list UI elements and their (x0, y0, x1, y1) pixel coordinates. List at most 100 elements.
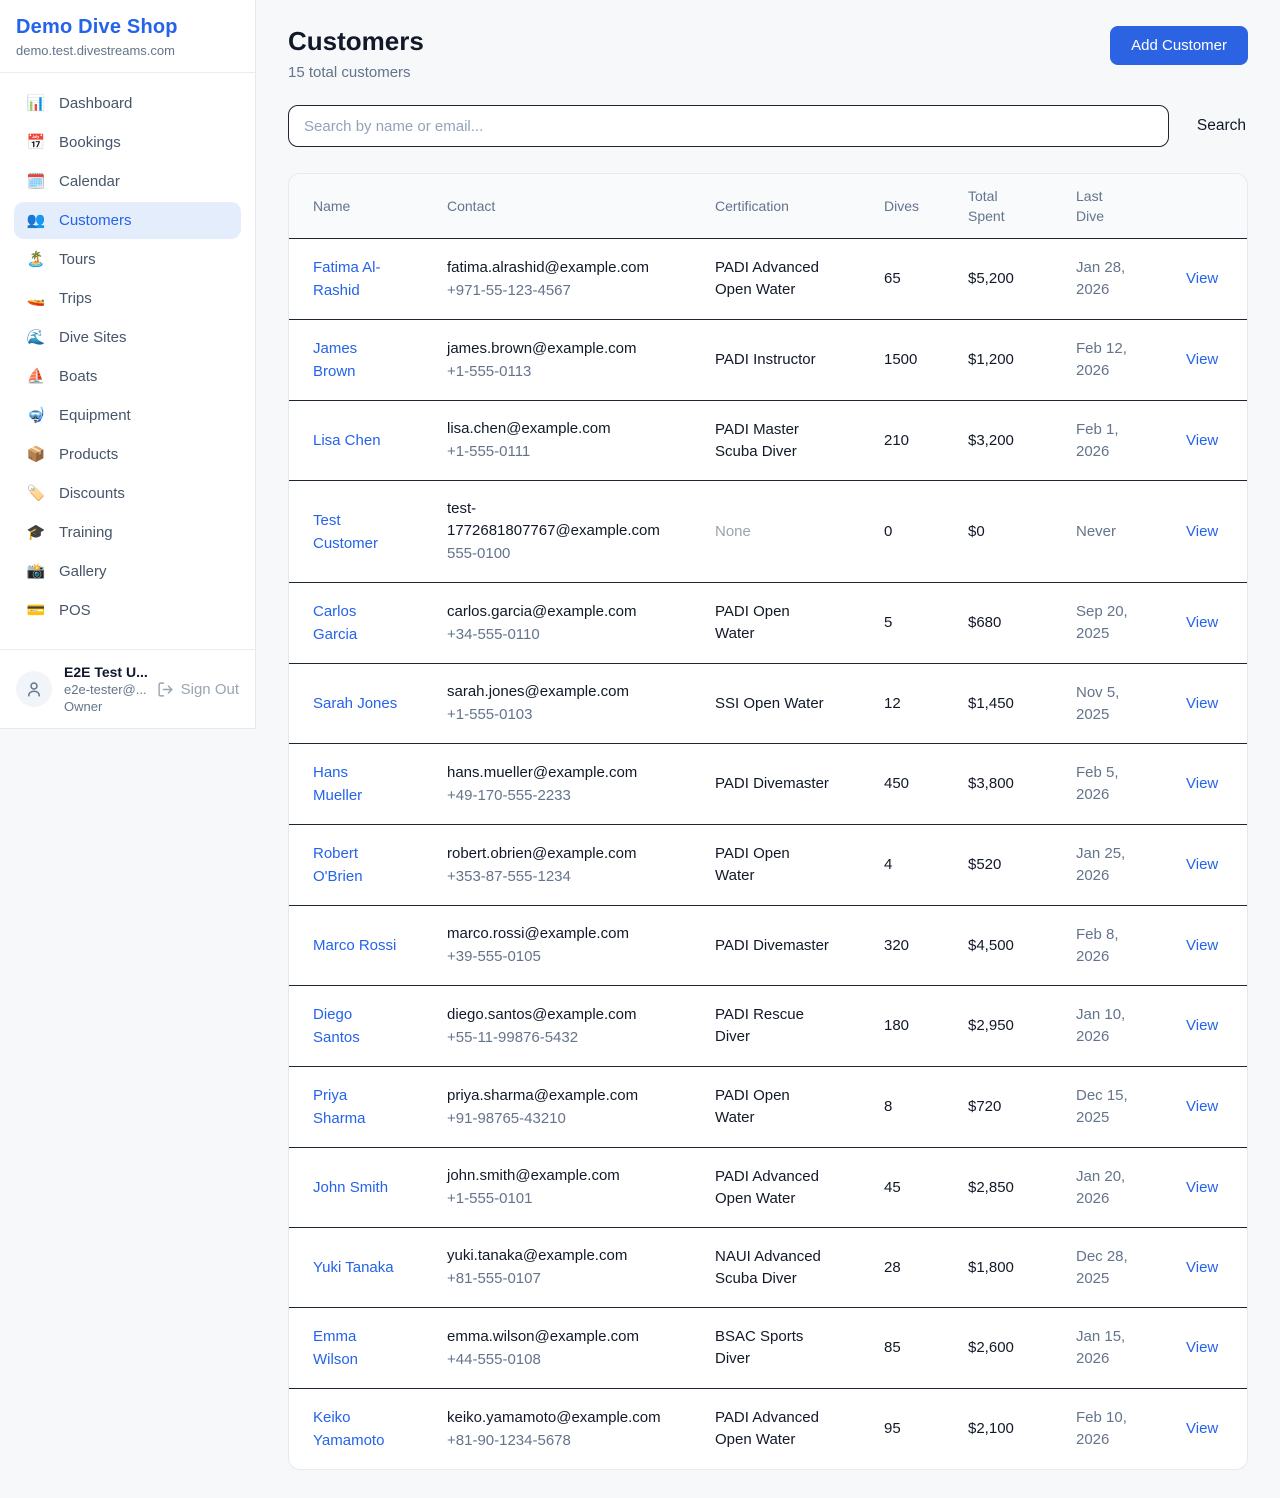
sidebar-item-label: Gallery (59, 563, 107, 580)
total-spent: $4,500 (968, 935, 1052, 957)
last-dive-date: Never (1076, 521, 1136, 543)
tag-icon: 🏷️ (26, 486, 46, 501)
col-header-certification: Certification (703, 174, 872, 239)
sidebar-item-calendar[interactable]: 🗓️Calendar (14, 163, 241, 200)
customer-phone: +91-98765-43210 (447, 1108, 691, 1130)
sidebar-item-label: Tours (59, 251, 96, 268)
view-link[interactable]: View (1186, 1179, 1218, 1196)
sidebar-item-trips[interactable]: 🚤Trips (14, 280, 241, 317)
view-link[interactable]: View (1186, 1420, 1218, 1437)
sidebar-item-boats[interactable]: ⛵Boats (14, 358, 241, 395)
customer-email: yuki.tanaka@example.com (447, 1245, 665, 1267)
customer-email: priya.sharma@example.com (447, 1085, 665, 1107)
view-link[interactable]: View (1186, 775, 1218, 792)
contact-cell: priya.sharma@example.com+91-98765-43210 (435, 1067, 703, 1148)
customer-phone: +353-87-555-1234 (447, 866, 691, 888)
view-link[interactable]: View (1186, 1339, 1218, 1356)
view-link[interactable]: View (1186, 432, 1218, 449)
contact-cell: robert.obrien@example.com+353-87-555-123… (435, 825, 703, 906)
search-button[interactable]: Search (1195, 113, 1248, 139)
sidebar-item-dive-sites[interactable]: 🌊Dive Sites (14, 319, 241, 356)
sidebar-item-tours[interactable]: 🏝️ Tours (14, 241, 241, 278)
view-link[interactable]: View (1186, 523, 1218, 540)
dives-count: 4 (884, 854, 944, 876)
customer-name-link[interactable]: Marco Rossi (313, 934, 396, 957)
customer-email: sarah.jones@example.com (447, 681, 665, 703)
customer-phone: +49-170-555-2233 (447, 785, 691, 807)
view-link[interactable]: View (1186, 1017, 1218, 1034)
contact-cell: sarah.jones@example.com+1-555-0103 (435, 664, 703, 744)
sidebar-item-products[interactable]: 📦Products (14, 436, 241, 473)
sailboat-icon: ⛵ (26, 369, 46, 384)
last-dive-date: Jan 10, 2026 (1076, 1004, 1136, 1048)
view-link[interactable]: View (1186, 856, 1218, 873)
table-row: Test Customertest-1772681807767@example.… (289, 481, 1248, 583)
dives-count: 450 (884, 773, 944, 795)
customer-name-link[interactable]: John Smith (313, 1176, 388, 1199)
customer-name-link[interactable]: Lisa Chen (313, 429, 381, 452)
certification: BSAC Sports Diver (715, 1326, 829, 1370)
view-link[interactable]: View (1186, 937, 1218, 954)
customer-phone: +1-555-0113 (447, 361, 691, 383)
search-input[interactable] (288, 105, 1169, 147)
total-spent: $520 (968, 854, 1052, 876)
customer-email: fatima.alrashid@example.com (447, 257, 665, 279)
customer-name-link[interactable]: Fatima Al-Rashid (313, 256, 399, 302)
sidebar-item-customers[interactable]: 👥Customers (14, 202, 241, 239)
contact-cell: carlos.garcia@example.com+34-555-0110 (435, 583, 703, 664)
customer-phone: +1-555-0103 (447, 704, 691, 726)
customer-name-link[interactable]: Hans Mueller (313, 761, 399, 807)
customer-name-link[interactable]: Sarah Jones (313, 692, 397, 715)
view-link[interactable]: View (1186, 695, 1218, 712)
dives-count: 85 (884, 1337, 944, 1359)
main-content: Customers 15 total customers Add Custome… (256, 0, 1280, 1498)
sidebar-item-training[interactable]: 🎓Training (14, 514, 241, 551)
last-dive-date: Feb 8, 2026 (1076, 924, 1136, 968)
customer-email: diego.santos@example.com (447, 1004, 665, 1026)
customer-name-link[interactable]: Carlos Garcia (313, 600, 399, 646)
people-icon: 👥 (26, 213, 46, 228)
dives-count: 12 (884, 693, 944, 715)
last-dive-date: Sep 20, 2025 (1076, 601, 1136, 645)
add-customer-button[interactable]: Add Customer (1110, 26, 1248, 65)
customer-name-link[interactable]: Emma Wilson (313, 1325, 399, 1371)
contact-cell: marco.rossi@example.com+39-555-0105 (435, 906, 703, 986)
sidebar-item-bookings[interactable]: 📅Bookings (14, 124, 241, 161)
customer-name-link[interactable]: Test Customer (313, 509, 399, 555)
logout-icon (157, 681, 174, 698)
sidebar-item-dashboard[interactable]: 📊Dashboard (14, 85, 241, 122)
island-icon: 🏝️ (26, 252, 46, 267)
dives-count: 0 (884, 521, 944, 543)
sidebar-item-pos[interactable]: 💳POS (14, 592, 241, 629)
view-link[interactable]: View (1186, 1098, 1218, 1115)
total-spent: $680 (968, 612, 1052, 634)
table-row: Emma Wilson emma.wilson@example.com+44-55… (289, 1308, 1248, 1389)
person-icon (25, 680, 43, 698)
customer-name-link[interactable]: Robert O'Brien (313, 842, 399, 888)
view-link[interactable]: View (1186, 351, 1218, 368)
view-link[interactable]: View (1186, 270, 1218, 287)
customer-phone: 555-0100 (447, 543, 691, 565)
view-link[interactable]: View (1186, 1259, 1218, 1276)
sign-out-label: Sign Out (181, 681, 239, 698)
total-spent: $3,200 (968, 430, 1052, 452)
customer-name-link[interactable]: Diego Santos (313, 1003, 399, 1049)
contact-cell: emma.wilson@example.com+44-555-0108 (435, 1308, 703, 1389)
sidebar-item-gallery[interactable]: 📸Gallery (14, 553, 241, 590)
customer-name-link[interactable]: Priya Sharma (313, 1084, 399, 1130)
last-dive-date: Feb 5, 2026 (1076, 762, 1136, 806)
view-link[interactable]: View (1186, 614, 1218, 631)
customer-name-link[interactable]: James Brown (313, 337, 399, 383)
customer-email: keiko.yamamoto@example.com (447, 1407, 665, 1429)
sidebar-item-equipment[interactable]: 🤿Equipment (14, 397, 241, 434)
contact-cell: james.brown@example.com+1-555-0113 (435, 320, 703, 401)
customer-name-link[interactable]: Keiko Yamamoto (313, 1406, 399, 1452)
sidebar-header: Demo Dive Shop demo.test.divestreams.com (0, 0, 255, 73)
sidebar-item-label: Discounts (59, 485, 125, 502)
sign-out-button[interactable]: Sign Out (157, 681, 239, 698)
customer-name-link[interactable]: Yuki Tanaka (313, 1256, 394, 1279)
sidebar-item-discounts[interactable]: 🏷️ Discounts (14, 475, 241, 512)
dives-count: 1500 (884, 349, 944, 371)
last-dive-date: Jan 20, 2026 (1076, 1166, 1136, 1210)
graduation-cap-icon: 🎓 (26, 525, 46, 540)
